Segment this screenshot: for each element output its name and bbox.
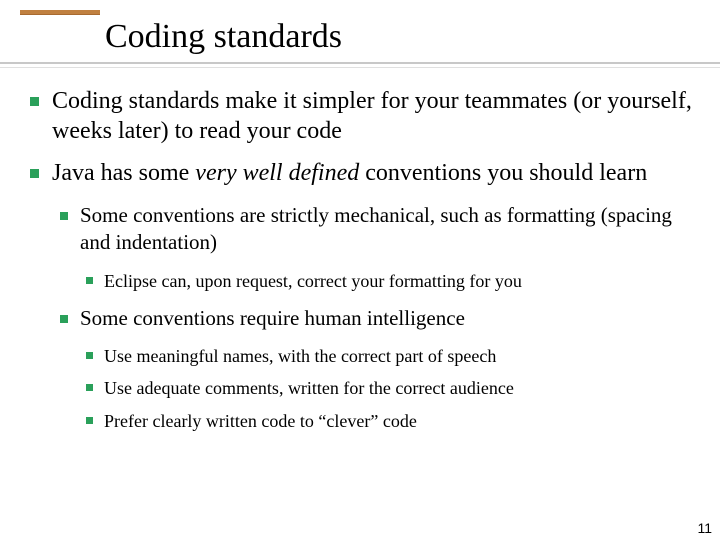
- bullet-text: Use meaningful names, with the correct p…: [104, 346, 496, 366]
- list-item: Use meaningful names, with the correct p…: [80, 344, 702, 368]
- list-item: Coding standards make it simpler for you…: [22, 86, 702, 146]
- text-run-italic: very well defined: [195, 160, 359, 186]
- bullet-text: Some conventions require human intellige…: [80, 306, 465, 330]
- bullet-icon: [86, 277, 93, 284]
- bullet-icon: [30, 97, 39, 106]
- text-run: conventions you should learn: [359, 160, 647, 186]
- bullet-text: Use adequate comments, written for the c…: [104, 378, 514, 398]
- bullet-text: Coding standards make it simpler for you…: [52, 88, 692, 144]
- list-item: Java has some very well defined conventi…: [22, 158, 702, 433]
- slide-title: Coding standards: [105, 18, 720, 56]
- slide-body: Coding standards make it simpler for you…: [0, 68, 720, 433]
- list-item: Use adequate comments, written for the c…: [80, 376, 702, 400]
- list-item: Some conventions require human intellige…: [52, 305, 702, 433]
- list-item: Some conventions are strictly mechanical…: [52, 202, 702, 293]
- list-item: Prefer clearly written code to “clever” …: [80, 409, 702, 433]
- slide-title-block: Coding standards: [0, 0, 720, 68]
- bullet-list-level1: Coding standards make it simpler for you…: [22, 86, 702, 433]
- title-underline: [0, 62, 720, 68]
- text-run: Java has some: [52, 160, 195, 186]
- bullet-icon: [60, 212, 68, 220]
- bullet-list-level3: Eclipse can, upon request, correct your …: [80, 269, 702, 293]
- bullet-text: Java has some very well defined conventi…: [52, 160, 647, 186]
- list-item: Eclipse can, upon request, correct your …: [80, 269, 702, 293]
- bullet-list-level3: Use meaningful names, with the correct p…: [80, 344, 702, 433]
- bullet-text: Eclipse can, upon request, correct your …: [104, 271, 522, 291]
- bullet-icon: [30, 169, 39, 178]
- bullet-icon: [60, 315, 68, 323]
- bullet-icon: [86, 352, 93, 359]
- bullet-icon: [86, 384, 93, 391]
- bullet-text: Prefer clearly written code to “clever” …: [104, 411, 417, 431]
- bullet-list-level2: Some conventions are strictly mechanical…: [52, 202, 702, 433]
- page-number: 11: [697, 520, 712, 536]
- bullet-icon: [86, 417, 93, 424]
- bullet-text: Some conventions are strictly mechanical…: [80, 203, 672, 254]
- title-accent-rule: [20, 10, 100, 14]
